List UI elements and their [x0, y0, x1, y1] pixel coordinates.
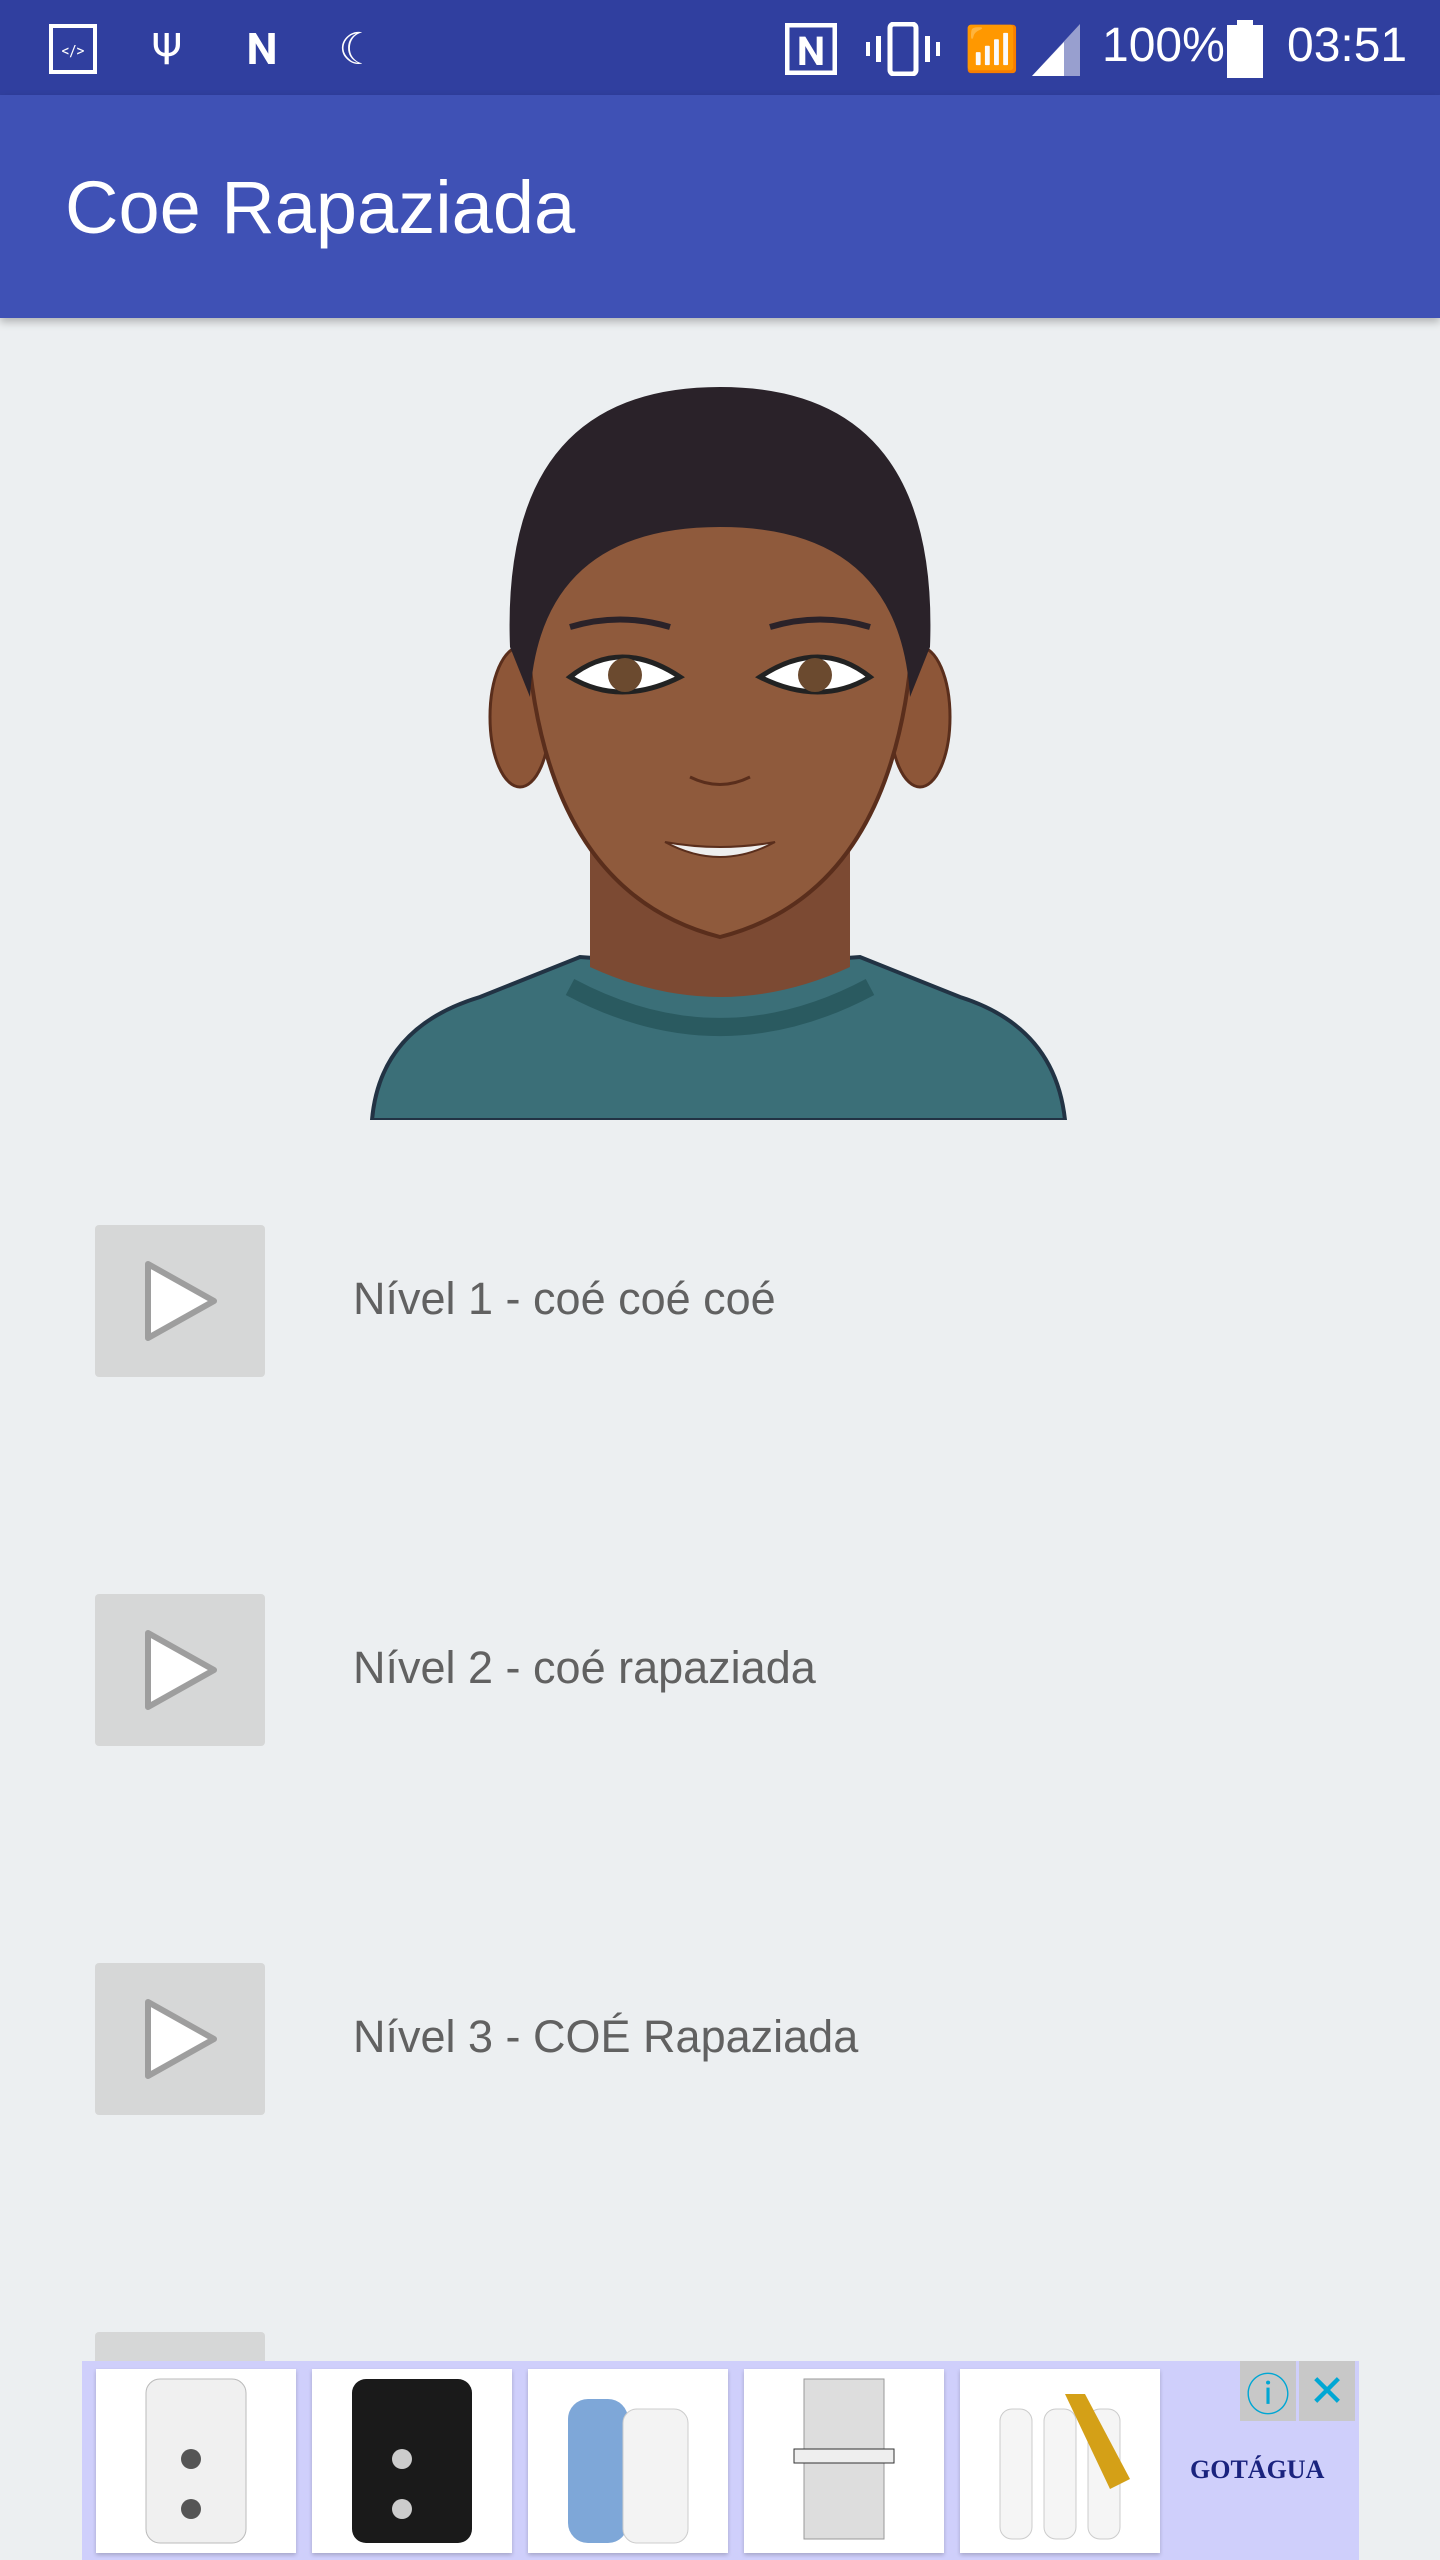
avatar-image [320, 327, 1120, 1122]
svg-text:</>: </> [61, 41, 84, 60]
play-icon [145, 1261, 217, 1341]
app-title: Coe Rapaziada [65, 166, 576, 249]
nfc-icon: N [785, 22, 837, 76]
close-icon[interactable]: ✕ [1299, 2361, 1355, 2421]
wifi-icon: 📶 [964, 23, 1020, 75]
info-icon[interactable]: ⓘ [1240, 2361, 1296, 2421]
ad-product-black-purifier[interactable] [312, 2369, 512, 2553]
play-button[interactable] [95, 1225, 265, 1377]
ad-brand-logo: GOTÁGUA [1190, 2455, 1325, 2484]
status-bar: </> Ψ N ☾ N 📶 100% 03:51 [0, 0, 1440, 95]
developer-icon: </> [48, 22, 98, 76]
svg-text:N: N [797, 28, 825, 75]
level-item-1[interactable]: Nível 1 - coé coé coé [0, 1225, 1440, 1425]
level-label: Nível 2 - coé rapaziada [353, 1642, 816, 1693]
ad-product-refills[interactable] [960, 2369, 1160, 2553]
play-icon [145, 1630, 217, 1710]
level-item-2[interactable]: Nível 2 - coé rapaziada [0, 1594, 1440, 1794]
level-item-3[interactable]: Nível 3 - COÉ Rapaziada [0, 1963, 1440, 2163]
ad-product-blue-filter[interactable] [528, 2369, 728, 2553]
play-icon [145, 1999, 217, 2079]
vibrate-icon [866, 22, 940, 76]
battery-icon [1227, 20, 1263, 78]
ad-product-white-purifier[interactable] [96, 2369, 296, 2553]
play-button[interactable] [95, 1963, 265, 2115]
app-bar: Coe Rapaziada [0, 95, 1440, 318]
clock: 03:51 [1287, 19, 1408, 72]
n-icon: N [246, 23, 278, 75]
level-label: Nível 3 - COÉ Rapaziada [353, 2011, 859, 2062]
ad-product-steel-cooler[interactable] [744, 2369, 944, 2553]
usb-icon: Ψ [151, 23, 183, 75]
play-button[interactable] [95, 1594, 265, 1746]
battery-percent: 100% [1102, 19, 1225, 72]
ad-banner[interactable]: ⓘ ✕ GOTÁGUA [82, 2361, 1359, 2560]
signal-icon [1030, 22, 1082, 76]
level-label: Nível 1 - coé coé coé [353, 1273, 776, 1324]
moon-icon: ☾ [338, 23, 378, 75]
